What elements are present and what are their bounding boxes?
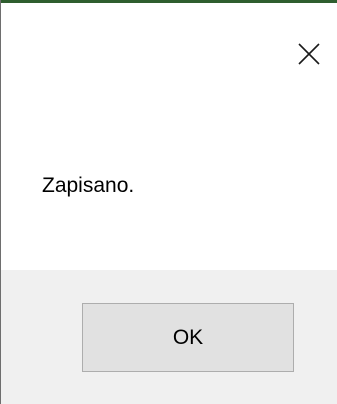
message-dialog: Zapisano. OK <box>0 0 337 404</box>
button-bar: OK <box>1 270 337 404</box>
close-icon <box>298 43 320 65</box>
close-button[interactable] <box>281 33 337 75</box>
title-bar[interactable] <box>1 3 337 98</box>
message-area: Zapisano. <box>1 98 337 270</box>
ok-button[interactable]: OK <box>82 303 294 372</box>
message-text: Zapisano. <box>42 174 135 197</box>
